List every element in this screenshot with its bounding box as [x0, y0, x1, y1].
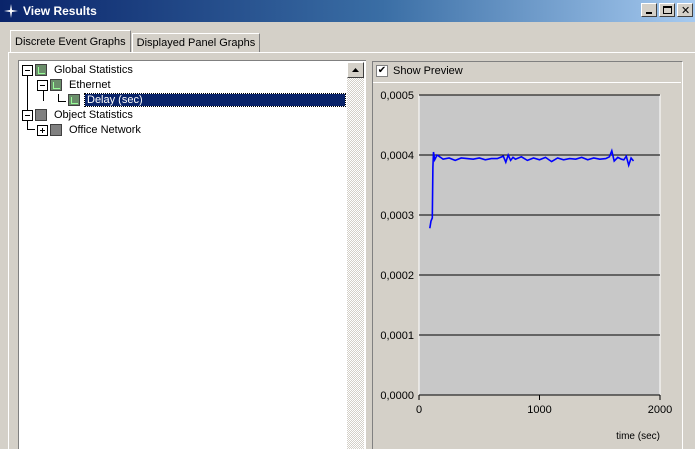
close-button[interactable]: ✕ — [677, 3, 693, 17]
collapse-icon[interactable] — [37, 79, 48, 91]
tab-strip: Discrete Event Graphs Displayed Panel Gr… — [10, 30, 261, 53]
tree-item-label: Delay (sec) — [84, 93, 346, 107]
tree-item-label: Office Network — [69, 124, 141, 136]
close-icon: ✕ — [681, 4, 691, 17]
graph-icon — [68, 94, 80, 106]
tab-displayed-panel-graphs[interactable]: Displayed Panel Graphs — [131, 33, 261, 53]
tree-item-label: Object Statistics — [54, 109, 133, 121]
show-preview-checkbox[interactable]: ✔ — [376, 65, 388, 77]
tree-item-label: Ethernet — [69, 79, 111, 91]
x-tick-label: 2000 — [648, 404, 672, 416]
y-tick-label: 0,0004 — [380, 150, 414, 162]
plot-area — [418, 94, 661, 396]
tree-connector — [58, 94, 59, 101]
y-tick-label: 0,0001 — [380, 330, 414, 342]
tree-scrollbar[interactable] — [347, 62, 364, 449]
tree-item-office-network[interactable]: Office Network — [37, 123, 143, 137]
folder-icon — [35, 64, 47, 76]
title-bar: View Results ✕ — [0, 0, 695, 22]
scroll-up-button[interactable] — [347, 62, 364, 78]
tree-item-delay[interactable]: Delay (sec) — [68, 93, 346, 107]
show-preview-label: Show Preview — [393, 65, 463, 77]
folder-icon — [50, 124, 62, 136]
delay-chart: 0,0000 0,0001 0,0002 0,0003 0,0004 0,0005 0 10… — [380, 90, 672, 442]
y-tick-label: 0,0005 — [380, 90, 414, 102]
checkmark-icon: ✔ — [377, 65, 387, 76]
minimize-button[interactable] — [641, 3, 657, 17]
tree-item-ethernet[interactable]: Ethernet — [37, 78, 113, 92]
x-tick-label: 0 — [416, 404, 422, 416]
tree-connector — [58, 101, 66, 102]
show-preview-toggle[interactable]: ✔ Show Preview — [376, 65, 463, 77]
maximize-button[interactable] — [659, 3, 675, 17]
maximize-icon — [663, 6, 672, 14]
expand-icon[interactable] — [37, 124, 48, 136]
folder-icon — [35, 109, 47, 121]
tree-connector — [27, 129, 35, 130]
x-tick-label: 1000 — [527, 404, 551, 416]
tree-item-global-statistics[interactable]: Global Statistics — [22, 63, 135, 77]
star-icon — [3, 3, 19, 19]
collapse-icon[interactable] — [22, 64, 33, 76]
tree-connector — [27, 121, 28, 129]
y-tick-label: 0,0002 — [380, 270, 414, 282]
y-tick-label: 0,0000 — [380, 390, 414, 402]
window-title: View Results — [23, 4, 97, 18]
arrow-up-icon — [352, 68, 359, 72]
folder-icon — [50, 79, 62, 91]
tree-item-object-statistics[interactable]: Object Statistics — [22, 108, 135, 122]
minimize-icon — [646, 12, 652, 14]
collapse-icon[interactable] — [22, 109, 33, 121]
y-tick-label: 0,0003 — [380, 210, 414, 222]
tab-discrete-event-graphs[interactable]: Discrete Event Graphs — [10, 30, 131, 53]
x-axis-label: time (sec) — [616, 431, 660, 442]
divider — [373, 82, 681, 83]
tree-item-label: Global Statistics — [54, 64, 133, 76]
